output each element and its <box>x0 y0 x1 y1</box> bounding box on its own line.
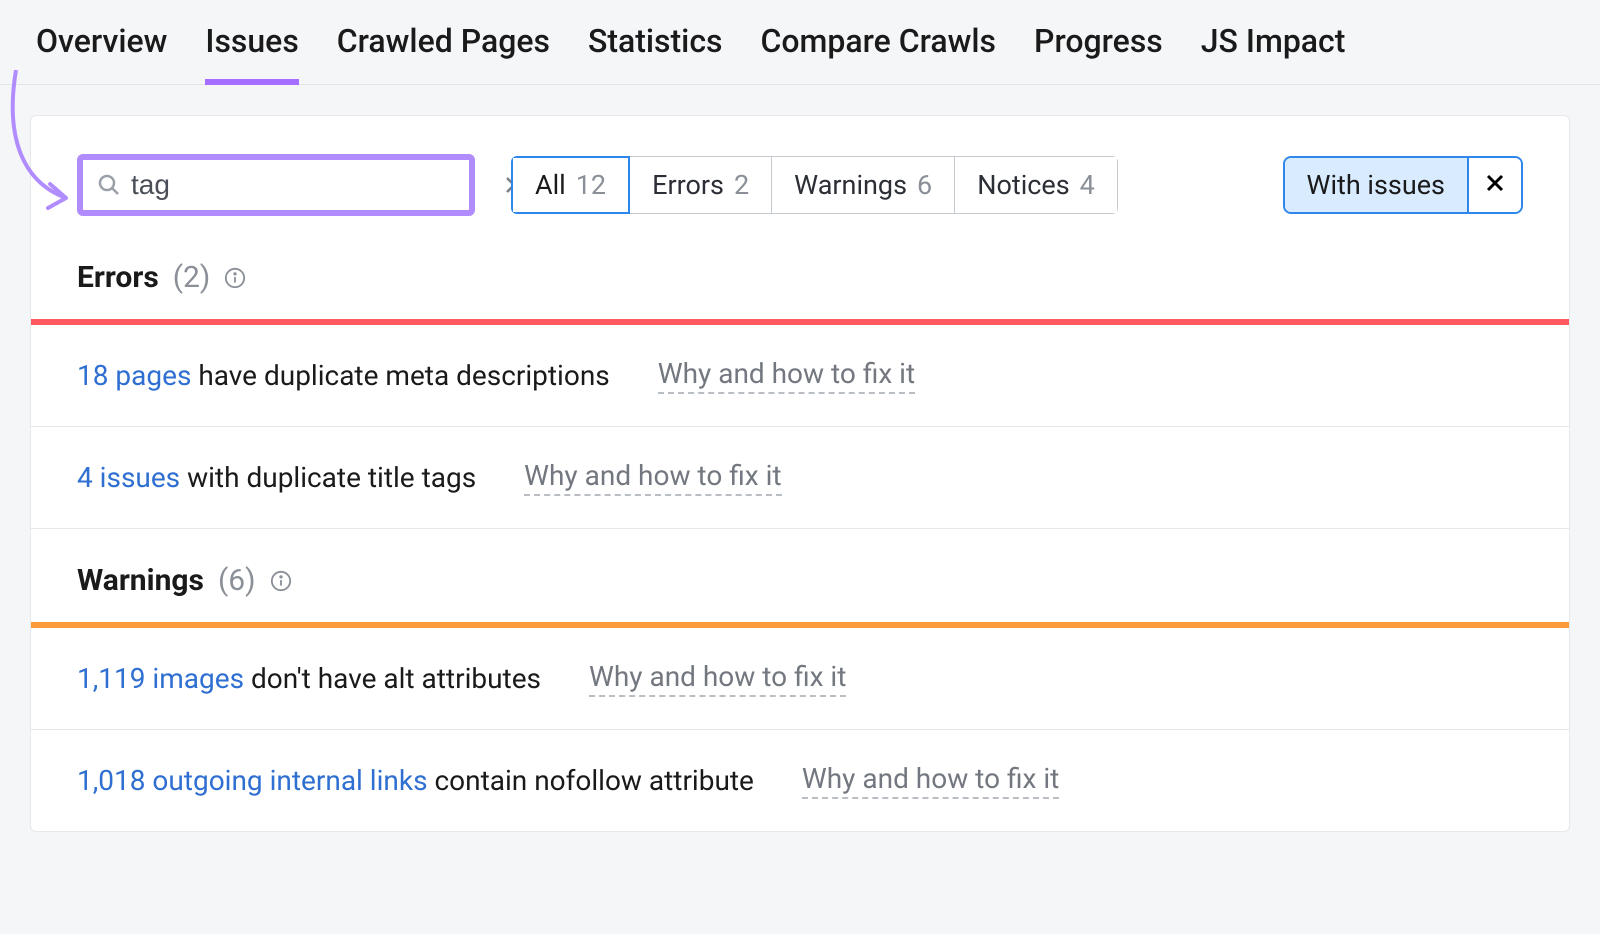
errors-title: Errors <box>77 260 159 295</box>
filter-all[interactable]: All 12 <box>511 156 630 214</box>
warnings-header: Warnings (6) <box>31 529 1569 622</box>
issue-link[interactable]: 4 issues <box>77 461 180 494</box>
filter-all-count: 12 <box>576 169 606 201</box>
info-icon[interactable] <box>224 267 246 289</box>
issue-link[interactable]: 1,018 outgoing internal links <box>77 764 428 797</box>
fix-link[interactable]: Why and how to fix it <box>589 660 846 697</box>
info-icon[interactable] <box>270 570 292 592</box>
issue-text: 4 issues with duplicate title tags <box>77 461 476 494</box>
issue-link[interactable]: 1,119 images <box>77 662 244 695</box>
filter-row: All 12 Errors 2 Warnings 6 Notices 4 Wit… <box>31 154 1569 254</box>
filter-errors-label: Errors <box>652 169 724 201</box>
search-input-wrap <box>77 154 475 216</box>
filter-all-label: All <box>535 169 566 201</box>
filter-warnings[interactable]: Warnings 6 <box>772 156 955 214</box>
issue-text: 18 pages have duplicate meta description… <box>77 359 610 392</box>
warnings-title: Warnings <box>77 563 204 598</box>
close-icon <box>1483 171 1507 199</box>
with-issues-chip: With issues <box>1283 156 1524 214</box>
issue-row[interactable]: 1,018 outgoing internal links contain no… <box>31 730 1569 831</box>
with-issues-label[interactable]: With issues <box>1285 158 1468 212</box>
filter-segments: All 12 Errors 2 Warnings 6 Notices 4 <box>511 156 1118 214</box>
issue-text: 1,018 outgoing internal links contain no… <box>77 764 754 797</box>
issue-row[interactable]: 1,119 images don't have alt attributes W… <box>31 628 1569 730</box>
warnings-count: (6) <box>218 563 256 598</box>
issue-row[interactable]: 4 issues with duplicate title tags Why a… <box>31 427 1569 529</box>
top-tabs: Overview Issues Crawled Pages Statistics… <box>0 0 1600 85</box>
tab-compare-crawls[interactable]: Compare Crawls <box>761 22 997 84</box>
issue-link[interactable]: 18 pages <box>77 359 191 392</box>
tab-issues[interactable]: Issues <box>205 22 298 84</box>
filter-notices-label: Notices <box>977 169 1069 201</box>
fix-link[interactable]: Why and how to fix it <box>658 357 915 394</box>
search-icon <box>97 173 121 197</box>
issue-text: 1,119 images don't have alt attributes <box>77 662 541 695</box>
errors-header: Errors (2) <box>31 254 1569 319</box>
fix-link[interactable]: Why and how to fix it <box>802 762 1059 799</box>
filter-errors-count: 2 <box>734 169 749 201</box>
filter-errors[interactable]: Errors 2 <box>630 156 772 214</box>
tab-progress[interactable]: Progress <box>1034 22 1163 84</box>
tab-overview[interactable]: Overview <box>36 22 167 84</box>
issues-panel: All 12 Errors 2 Warnings 6 Notices 4 Wit… <box>30 115 1570 832</box>
tab-js-impact[interactable]: JS Impact <box>1201 22 1346 84</box>
with-issues-close-button[interactable] <box>1467 158 1521 212</box>
errors-count: (2) <box>173 260 211 295</box>
tab-crawled-pages[interactable]: Crawled Pages <box>337 22 550 84</box>
issue-row[interactable]: 18 pages have duplicate meta description… <box>31 325 1569 427</box>
filter-warnings-count: 6 <box>917 169 932 201</box>
search-input[interactable] <box>121 169 502 201</box>
filter-notices[interactable]: Notices 4 <box>955 156 1118 214</box>
filter-warnings-label: Warnings <box>794 169 907 201</box>
filter-notices-count: 4 <box>1080 169 1095 201</box>
tab-statistics[interactable]: Statistics <box>588 22 723 84</box>
fix-link[interactable]: Why and how to fix it <box>524 459 781 496</box>
